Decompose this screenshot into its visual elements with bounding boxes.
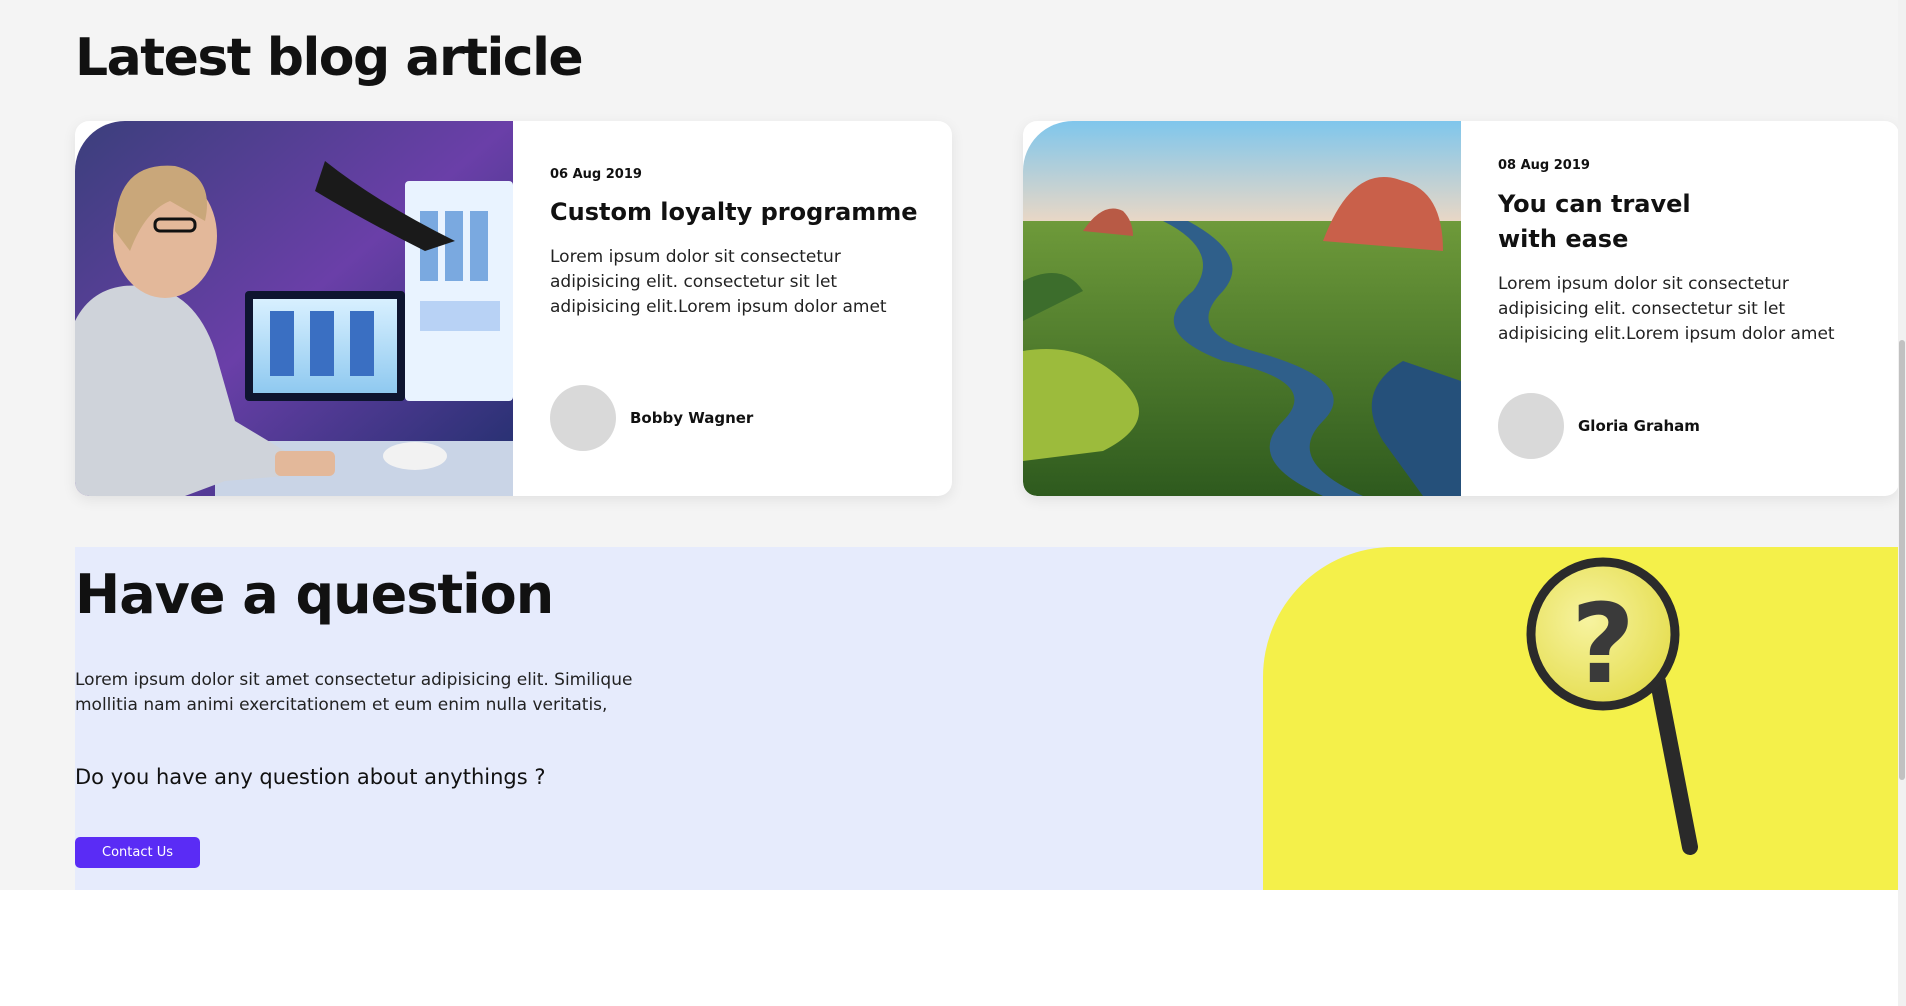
blog-card[interactable]: 08 Aug 2019 You can travel with ease Lor… [1023,121,1899,496]
question-description: Lorem ipsum dolor sit amet consectetur a… [75,670,633,715]
question-section: Have a question Lorem ipsum dolor sit am… [75,547,1899,890]
question-mark-icon: ? [1571,580,1635,708]
blog-card-excerpt: Lorem ipsum dolor sit consectetur adipis… [550,247,887,317]
blog-section-title: Latest blog article [75,28,584,88]
scrollbar-thumb[interactable] [1899,340,1905,780]
blog-card-date: 06 Aug 2019 [550,167,642,182]
avatar [550,385,616,451]
blog-card-author: Gloria Graham [1498,393,1700,459]
author-name: Bobby Wagner [630,409,754,427]
blog-card-image-river-landscape [1023,121,1461,496]
blog-card-date: 08 Aug 2019 [1498,158,1590,173]
blog-card-title[interactable]: You can travel with ease [1498,187,1698,257]
blog-card[interactable]: 06 Aug 2019 Custom loyalty programme Lor… [75,121,952,496]
blog-card-author: Bobby Wagner [550,385,753,451]
magnifying-glass-icon: ? [1526,557,1698,855]
avatar [1498,393,1564,459]
page-scrollbar[interactable] [1898,0,1906,1006]
contact-us-button[interactable]: Contact Us [75,837,200,868]
question-subtitle: Do you have any question about anythings… [75,765,546,789]
author-name: Gloria Graham [1578,417,1700,435]
blog-card-image-developer [75,121,513,496]
question-illustration: ? [1263,547,1899,890]
blog-card-excerpt: Lorem ipsum dolor sit consectetur adipis… [1498,274,1835,344]
question-title: Have a question [75,563,554,626]
blog-card-title[interactable]: Custom loyalty programme [550,195,918,230]
